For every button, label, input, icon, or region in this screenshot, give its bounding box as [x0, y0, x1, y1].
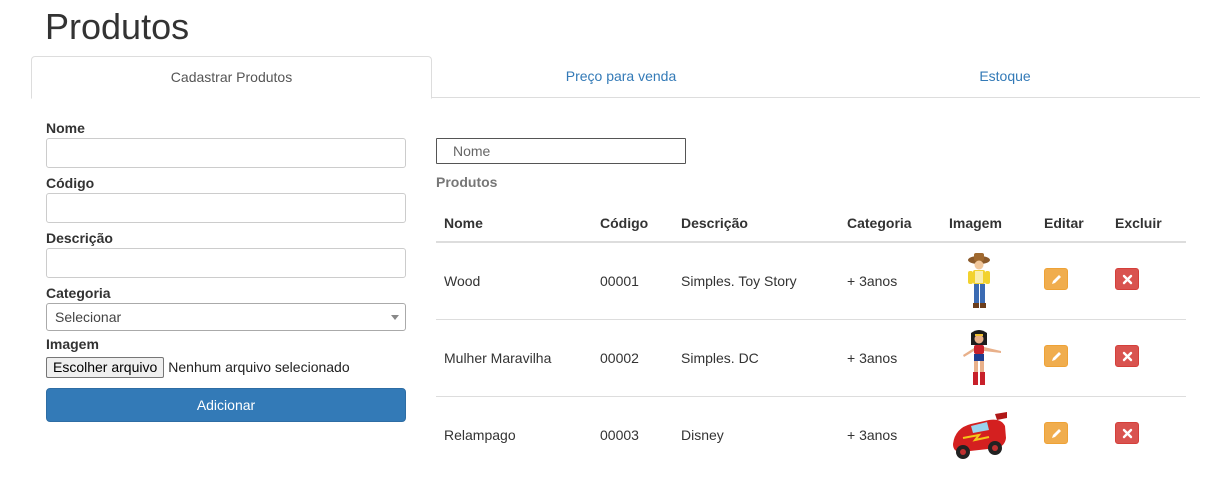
tab-preco-para-venda[interactable]: Preço para venda: [432, 56, 810, 98]
nome-label: Nome: [46, 120, 85, 136]
product-form: Nome Código Descrição Categoria Selecion…: [46, 118, 406, 422]
cell-descricao: Simples. Toy Story: [673, 242, 839, 320]
cell-codigo: 00001: [592, 242, 673, 320]
tab-cadastrar-produtos[interactable]: Cadastrar Produtos: [31, 56, 432, 99]
column-header-nome: Nome: [436, 204, 592, 243]
column-header-imagem: Imagem: [941, 204, 1036, 243]
imagem-label: Imagem: [46, 336, 99, 352]
cell-editar: [1036, 319, 1107, 397]
close-icon: [1122, 351, 1133, 362]
edit-button[interactable]: [1044, 422, 1068, 445]
column-header-editar: Editar: [1036, 204, 1107, 243]
chevron-down-icon: [391, 315, 399, 320]
codigo-label: Código: [46, 175, 95, 191]
cell-excluir: [1107, 319, 1186, 397]
table-row: Wood 00001 Simples. Toy Story + 3anos: [436, 242, 1186, 320]
page-title: Produtos: [45, 6, 190, 47]
cell-nome: Mulher Maravilha: [436, 319, 592, 397]
tab-bar: Cadastrar Produtos Preço para venda Esto…: [31, 56, 1200, 99]
delete-button[interactable]: [1115, 268, 1139, 291]
cell-descricao: Simples. DC: [673, 319, 839, 397]
cell-categoria: + 3anos: [839, 319, 941, 397]
close-icon: [1122, 429, 1133, 439]
cell-editar: [1036, 396, 1107, 473]
delete-button[interactable]: [1115, 422, 1139, 445]
column-header-excluir: Excluir: [1107, 204, 1186, 243]
table-row: Relampago 00003 Disney + 3anos: [436, 396, 1186, 473]
cell-editar: [1036, 242, 1107, 320]
table-row: Mulher Maravilha 00002 Simples. DC + 3an…: [436, 319, 1186, 397]
categoria-selected-value: Selecionar: [55, 309, 122, 325]
column-header-categoria: Categoria: [839, 204, 941, 243]
cell-categoria: + 3anos: [847, 426, 898, 443]
edit-button[interactable]: [1044, 345, 1068, 367]
search-input[interactable]: [436, 138, 686, 164]
products-table: Nome Código Descrição Categoria Imagem E…: [436, 204, 1186, 473]
pencil-icon: [1052, 275, 1061, 285]
cell-imagem: [941, 396, 1036, 473]
woody-toy-image: [968, 252, 990, 308]
file-input: Escolher arquivo Nenhum arquivo selecion…: [46, 356, 406, 378]
cell-imagem: [941, 242, 1036, 320]
delete-button[interactable]: [1115, 345, 1139, 367]
pencil-icon: [1052, 352, 1061, 361]
lightning-car-toy-image: [953, 411, 1007, 459]
descricao-label: Descrição: [46, 230, 113, 246]
pencil-icon: [1052, 429, 1061, 439]
cell-categoria: + 3anos: [839, 242, 941, 320]
codigo-field[interactable]: [46, 193, 406, 223]
cell-excluir: [1107, 396, 1186, 473]
cell-nome: Relampago: [444, 426, 516, 443]
products-heading: Produtos: [436, 174, 498, 190]
file-status: Nenhum arquivo selecionado: [168, 359, 350, 375]
cell-codigo: 00003: [600, 426, 639, 443]
nome-field[interactable]: [46, 138, 406, 168]
cell-imagem: [941, 319, 1036, 397]
column-header-descricao: Descrição: [673, 204, 839, 243]
add-button[interactable]: Adicionar: [46, 388, 406, 422]
tab-estoque[interactable]: Estoque: [810, 56, 1200, 98]
categoria-label: Categoria: [46, 285, 111, 301]
edit-button[interactable]: [1044, 268, 1068, 291]
table-header-row: Nome Código Descrição Categoria Imagem E…: [436, 204, 1186, 243]
categoria-select[interactable]: Selecionar: [46, 303, 406, 331]
descricao-field[interactable]: [46, 248, 406, 278]
wonder-woman-toy-image: [963, 329, 1001, 385]
close-icon: [1122, 275, 1133, 285]
choose-file-button[interactable]: Escolher arquivo: [46, 356, 165, 378]
cell-descricao: Disney: [681, 426, 724, 443]
cell-codigo: 00002: [592, 319, 673, 397]
cell-excluir: [1107, 242, 1186, 320]
column-header-codigo: Código: [592, 204, 673, 243]
cell-nome: Wood: [436, 242, 592, 320]
